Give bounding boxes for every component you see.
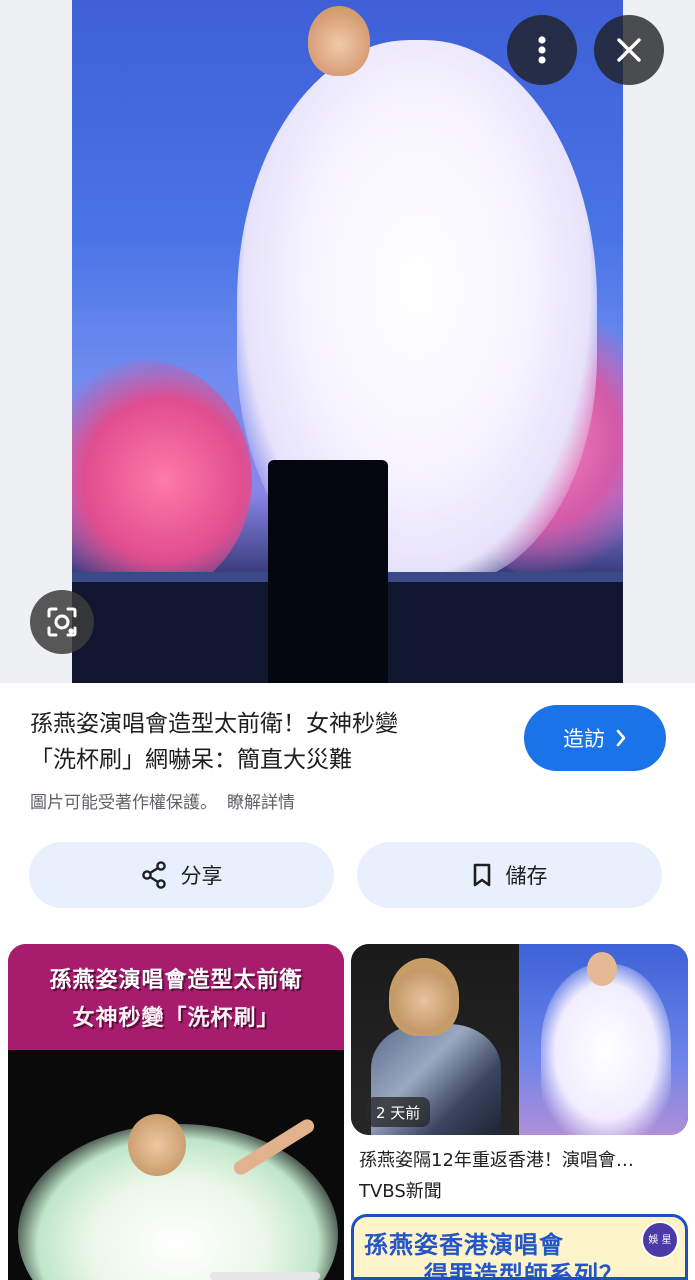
related-card-2-right-photo [519,944,688,1135]
result-title-line2: 「洗杯刷」網嚇呆：簡直大災難 [30,747,352,773]
singer-head [308,6,370,76]
related-card-3[interactable]: 孫燕姿香港演唱會 得罪造型師系列？ 娛 星 [351,1214,688,1280]
copyright-notice: 圖片可能受著作權保護。 瞭解詳情 [30,788,295,813]
image-viewer [0,0,695,683]
publisher-logo: 娛 星 [641,1221,679,1259]
feather-dress-thumb [541,964,671,1135]
copyright-text: 圖片可能受著作權保護。 [30,793,217,813]
gesture-bar [210,1272,320,1280]
share-label: 分享 [180,864,223,888]
result-title[interactable]: 孫燕姿演唱會造型太前衛！女神秒變 「洗杯刷」網嚇呆：簡直大災難 [30,706,500,778]
time-badge: 2 天前 [366,1097,431,1127]
learn-more-link[interactable]: 瞭解詳情 [227,793,295,813]
related-card-3-banner-line2: 得罪造型師系列？ [424,1261,624,1280]
bookmark-icon [473,863,490,887]
more-options-button[interactable] [507,15,577,85]
singer-portrait [389,958,459,1036]
main-image[interactable] [72,0,623,683]
related-card-1-banner-line2: 女神秒變「洗杯刷」 [72,1006,280,1031]
visit-button[interactable]: 造訪 [524,705,666,771]
share-icon [141,861,166,889]
lens-button[interactable] [30,590,94,654]
more-vert-icon [538,36,546,64]
related-card-1-singer [128,1114,186,1176]
chevron-right-icon [616,729,626,747]
camera-rig [268,460,388,683]
result-title-line1: 孫燕姿演唱會造型太前衛！女神秒變 [30,711,398,737]
related-card-1[interactable]: 孫燕姿演唱會造型太前衛 女神秒變「洗杯刷」 [8,944,344,1280]
save-label: 儲存 [505,864,548,888]
lens-icon [47,607,77,637]
related-card-2-source: TVBS新聞 [359,1181,442,1202]
related-card-1-banner: 孫燕姿演唱會造型太前衛 女神秒變「洗杯刷」 [8,944,344,1050]
close-button[interactable] [594,15,664,85]
save-button[interactable]: 儲存 [357,842,662,908]
related-card-2-title[interactable]: 孫燕姿隔12年重返香港！演唱會… [359,1146,689,1172]
share-button[interactable]: 分享 [29,842,334,908]
close-icon [617,38,641,62]
stage-feathers-left [72,360,252,600]
singer-head-thumb [587,952,617,986]
related-card-1-banner-line1: 孫燕姿演唱會造型太前衛 [49,968,303,993]
visit-label: 造訪 [563,727,605,751]
